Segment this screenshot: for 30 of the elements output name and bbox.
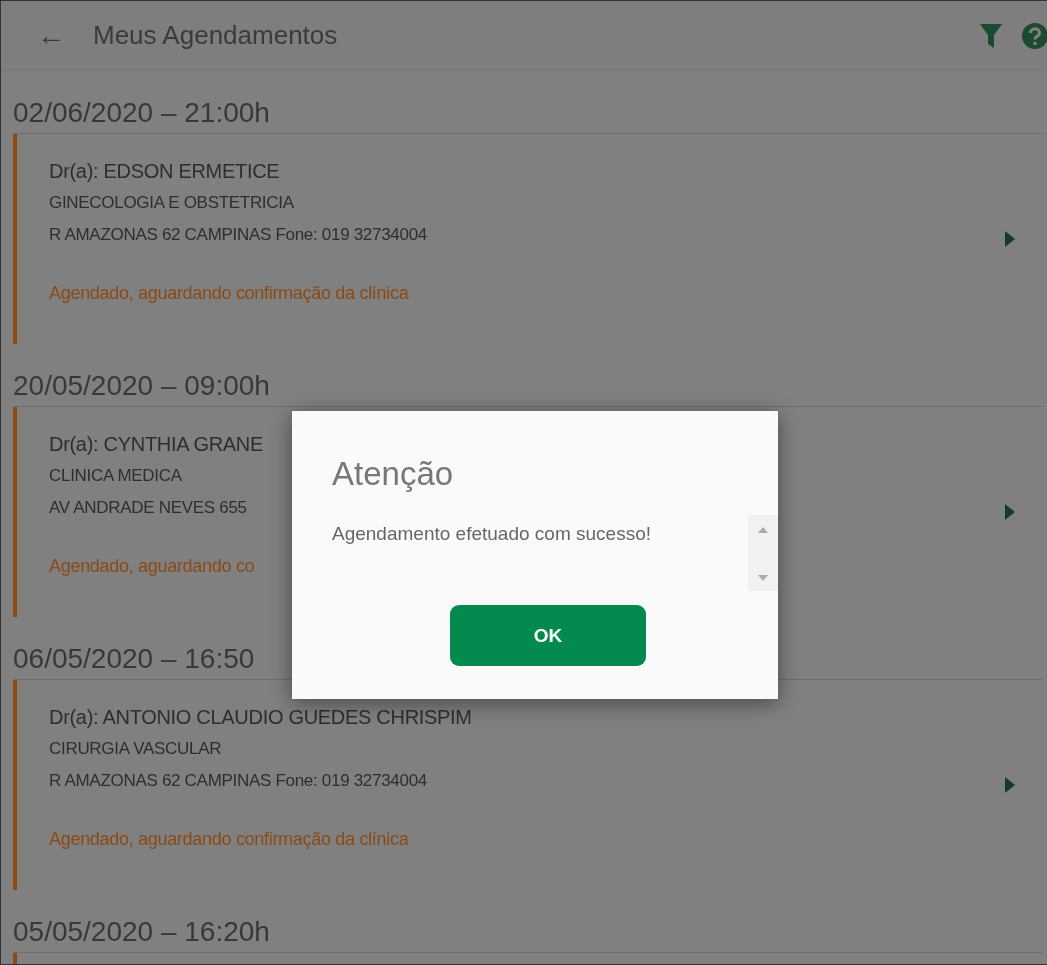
appointment-date: 05/05/2020 – 16:20h <box>13 916 270 948</box>
specialty-text: GINECOLOGIA E OBSTETRICIA <box>49 193 294 213</box>
specialty-text: CLINICA MEDICA <box>49 466 182 486</box>
appointment-date: 20/05/2020 – 09:00h <box>13 370 270 402</box>
caret-right-icon <box>1005 231 1015 247</box>
appointment-date: 06/05/2020 – 16:50 <box>13 643 255 675</box>
status-text: Agendado, aguardando co <box>49 556 255 577</box>
address-text: AV ANDRADE NEVES 655 <box>49 498 247 518</box>
scroll-down-arrow-icon[interactable] <box>758 575 768 581</box>
status-text: Agendado, aguardando confirmação da clínica <box>49 283 409 304</box>
dialog-title: Atenção <box>332 455 455 493</box>
address-text: R AMAZONAS 62 CAMPINAS Fone: 019 32734004 <box>49 225 427 245</box>
appointment-date: 02/06/2020 – 21:00h <box>13 97 270 129</box>
back-button[interactable]: ← <box>33 19 69 52</box>
caret-right-icon <box>1005 504 1015 520</box>
address-text: R AMAZONAS 62 CAMPINAS Fone: 019 32734004 <box>49 771 427 791</box>
status-text: Agendado, aguardando confirmação da clínica <box>49 829 409 850</box>
dialog-message: Agendamento efetuado com sucesso! <box>332 522 652 546</box>
doctor-name: Dr(a): EDSON ERMETICE <box>49 160 280 183</box>
scrollbar[interactable] <box>748 515 778 591</box>
page-title: Meus Agendamentos <box>93 20 339 51</box>
specialty-text: CIRURGIA VASCULAR <box>49 739 222 759</box>
doctor-name: Dr(a): CYNTHIA GRANE <box>49 433 264 456</box>
doctor-name: Dr(a): ANTONIO CLAUDIO GUEDES CHRISPIM <box>49 706 472 729</box>
caret-right-icon <box>1005 777 1015 793</box>
scroll-up-arrow-icon[interactable] <box>758 527 768 533</box>
appointment-card[interactable]: Dr(a): EDSON ERMETICE GINECOLOGIA E OBSTETRICIA R AMAZONAS 62 CAMPINAS Fone: 019 32734004 Agendado, aguardando confirmação da clínica <box>13 134 1043 344</box>
filter-icon[interactable] <box>979 21 1003 50</box>
help-icon[interactable] <box>1021 21 1047 50</box>
ok-button[interactable]: OK <box>450 605 646 666</box>
